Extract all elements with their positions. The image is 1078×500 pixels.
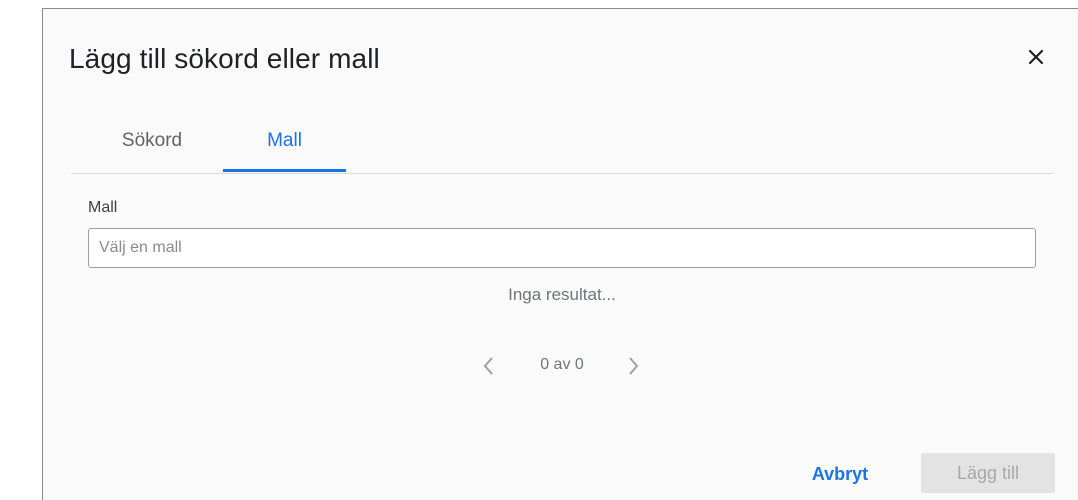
- active-tab-indicator: [223, 169, 346, 172]
- tab-sokord[interactable]: Sökord: [101, 113, 203, 169]
- tab-bar: Sökord Mall: [71, 113, 1054, 174]
- chevron-left-icon: [483, 357, 493, 375]
- add-button[interactable]: Lägg till: [921, 453, 1055, 493]
- chevron-right-icon: [629, 357, 639, 375]
- previous-page-button[interactable]: [477, 354, 501, 378]
- add-keyword-dialog: Lägg till sökord eller mall Sökord Mall …: [42, 8, 1078, 500]
- next-page-button[interactable]: [621, 354, 645, 378]
- template-field-label: Mall: [88, 199, 118, 216]
- cancel-button[interactable]: Avbryt: [805, 456, 875, 492]
- close-button[interactable]: [1022, 43, 1050, 71]
- dialog-title: Lägg till sökord eller mall: [69, 43, 380, 74]
- no-results-text: Inga resultat...: [508, 285, 616, 304]
- page-count: 0 av 0: [540, 356, 584, 373]
- close-icon: [1028, 49, 1044, 65]
- pagination: 0 av 0: [473, 351, 643, 381]
- template-select-input[interactable]: [88, 228, 1036, 268]
- page-backdrop: [0, 0, 42, 500]
- tab-mall[interactable]: Mall: [223, 113, 346, 169]
